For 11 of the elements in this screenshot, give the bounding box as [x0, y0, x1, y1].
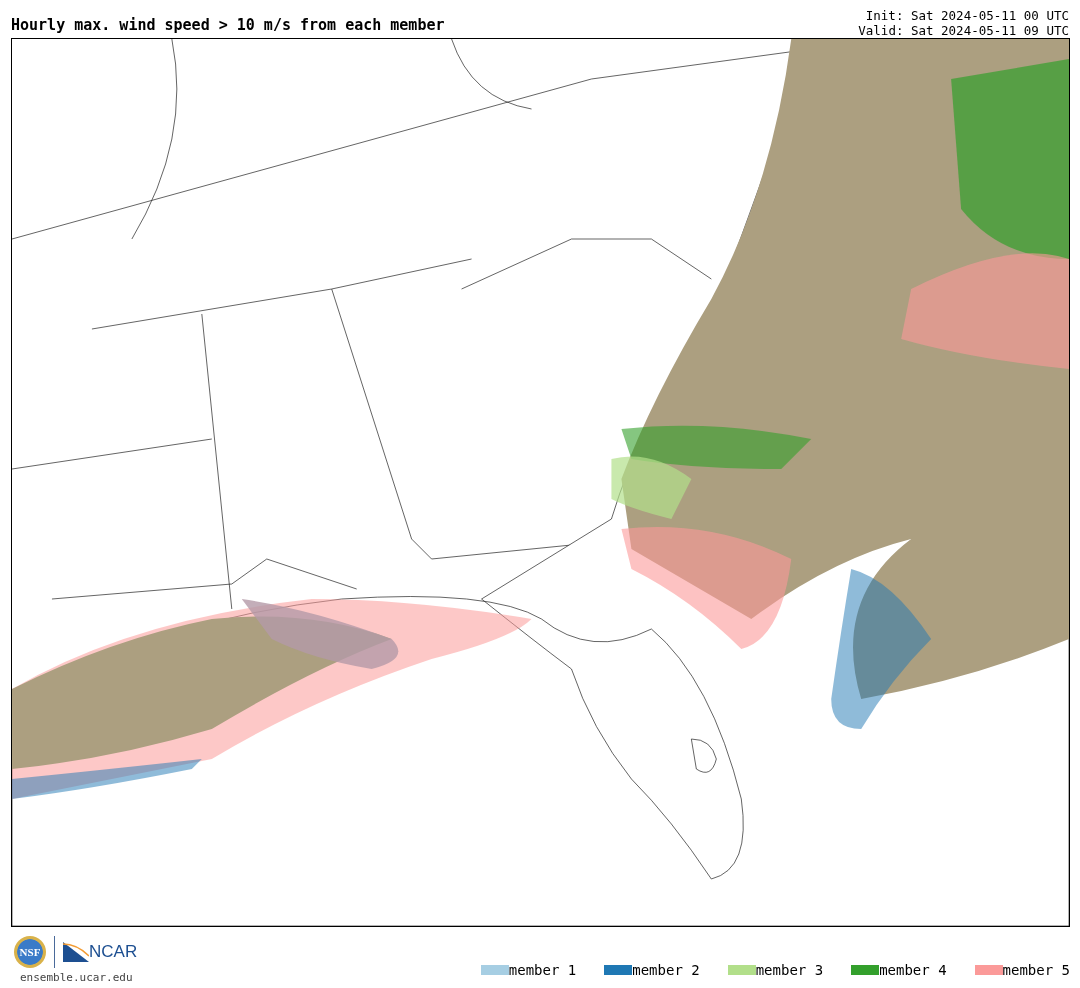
legend-label: member 5	[1002, 962, 1070, 978]
legend-label: member 1	[508, 962, 577, 978]
legend-label: member 4	[879, 962, 947, 978]
valid-time: Valid: Sat 2024-05-11 09 UTC	[858, 23, 1069, 38]
legend-label: member 3	[755, 962, 824, 978]
init-time: Init: Sat 2024-05-11 00 UTC	[865, 8, 1069, 23]
plot-title: Hourly max. wind speed > 10 m/s from each member	[11, 16, 445, 36]
ncar-logo: NCAR	[63, 942, 138, 962]
site-url: ensemble.ucar.edu	[19, 971, 134, 984]
legend-label: member 2	[632, 962, 700, 978]
nsf-logo: NSF	[14, 936, 46, 968]
